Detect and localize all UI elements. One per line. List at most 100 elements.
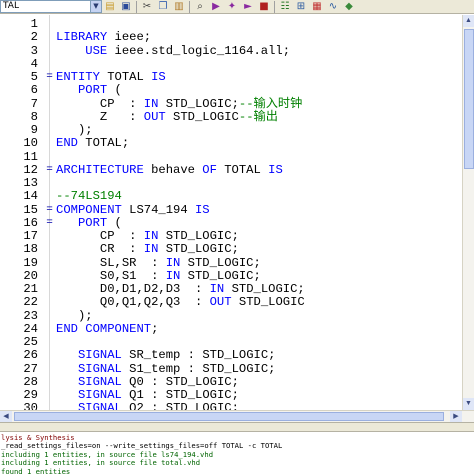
horizontal-scroll-thumb[interactable] xyxy=(14,412,444,421)
punctuation-token: ); xyxy=(77,308,93,323)
identifier-token: STD_LOGIC xyxy=(238,295,305,310)
punctuation-token: : xyxy=(187,361,203,376)
toolbar-divider xyxy=(136,1,137,13)
keyword-token: IN xyxy=(143,96,166,111)
identifier-token: Q0 xyxy=(129,374,152,389)
identifier-token: STD_LOGIC xyxy=(187,255,254,270)
punctuation-token: ); xyxy=(77,123,93,137)
identifier-token: STD_LOGIC xyxy=(165,374,232,389)
hierarchy-icon[interactable]: ☷ xyxy=(279,1,291,13)
pin-icon[interactable]: ◆ xyxy=(343,1,355,13)
identifier-token: Q0,Q1,Q2,Q3 xyxy=(56,295,195,310)
scroll-left-icon[interactable]: ◀ xyxy=(0,411,12,422)
punctuation-token: ; xyxy=(231,229,239,243)
identifier-token xyxy=(56,44,85,58)
identifier-token xyxy=(56,388,78,402)
keyword-token: OUT xyxy=(209,295,239,310)
punctuation-token: ; xyxy=(253,255,261,270)
keyword-token: COMPONENT xyxy=(56,202,130,217)
panel-splitter[interactable] xyxy=(0,422,474,432)
cut-icon[interactable]: ✂ xyxy=(141,1,153,13)
message-output-panel[interactable]: lysis & Synthesis _read_settings_files=on… xyxy=(0,432,474,475)
identifier-token: TOTAL xyxy=(224,162,269,177)
keyword-token: END xyxy=(56,136,86,151)
keyword-token: SIGNAL xyxy=(77,401,130,410)
paste-icon[interactable]: ▥ xyxy=(173,1,185,13)
identifier-token xyxy=(56,309,78,323)
chip-icon[interactable]: ▦ xyxy=(311,1,323,13)
identifier-token: Z xyxy=(56,109,130,124)
punctuation-token: ; xyxy=(231,401,239,410)
save-icon[interactable]: ▣ xyxy=(120,1,132,13)
run-icon[interactable]: ► xyxy=(242,1,254,13)
punctuation-token: ; xyxy=(231,96,239,111)
toolbar: TAL ▼ ▤ ▣ ✂ ❐ ▥ ⌕ ▶ ✦ ► ■ ☷ ⊞ ▦ ∿ ◆ xyxy=(0,0,474,14)
scroll-up-icon[interactable]: ▲ xyxy=(463,15,474,27)
punctuation-token: ( xyxy=(114,215,122,230)
punctuation-token: : xyxy=(151,401,166,410)
punctuation-token: : xyxy=(129,109,144,124)
entity-select[interactable]: TAL ▼ xyxy=(0,0,102,13)
identifier-token xyxy=(56,123,78,137)
open-icon[interactable]: ▤ xyxy=(104,1,116,13)
keyword-token: SIGNAL xyxy=(77,374,130,389)
horizontal-scrollbar[interactable]: ◀ ▶ xyxy=(0,410,474,422)
code-editor[interactable]: 1 2 LIBRARY ieee; 3 USE ieee.std_logic_1164… xyxy=(0,15,474,410)
keyword-token: PORT xyxy=(77,83,115,98)
punctuation-token: ; xyxy=(151,321,159,336)
stop-icon[interactable]: ■ xyxy=(258,1,270,13)
punctuation-token: : xyxy=(151,255,166,270)
vertical-scroll-thumb[interactable] xyxy=(464,29,474,169)
keyword-token: USE xyxy=(85,43,115,58)
identifier-token xyxy=(56,83,78,97)
identifier-token: STD_LOGIC xyxy=(231,282,298,296)
keyword-token: IS xyxy=(268,162,283,177)
identifier-token: D0,D1,D2,D3 xyxy=(56,282,195,296)
identifier-token xyxy=(56,401,78,410)
identifier-token: STD_LOGIC xyxy=(202,348,269,363)
toolbar-divider xyxy=(274,1,275,13)
identifier-token: S0,S1 xyxy=(56,268,152,283)
chevron-down-icon[interactable]: ▼ xyxy=(90,1,101,12)
punctuation-token: ; xyxy=(253,268,261,283)
keyword-token: END COMPONENT xyxy=(56,321,152,336)
scroll-down-icon[interactable]: ▼ xyxy=(463,398,474,410)
identifier-token: CP xyxy=(56,229,130,243)
identifier-token xyxy=(56,216,78,230)
comment-token: --输入时钟 xyxy=(238,96,303,111)
identifier-token: SL,SR xyxy=(56,255,152,270)
netlist-icon[interactable]: ⊞ xyxy=(295,1,307,13)
code-line[interactable]: 30 SIGNAL Q2 : STD_LOGIC; xyxy=(0,401,462,410)
scroll-right-icon[interactable]: ▶ xyxy=(450,411,462,422)
punctuation-token: ; xyxy=(282,43,291,58)
keyword-token: OUT xyxy=(143,109,174,124)
identifier-token: Q1 xyxy=(129,388,152,402)
identifier-token: TOTAL xyxy=(85,136,122,151)
entity-select-value: TAL xyxy=(3,1,19,11)
vertical-scrollbar[interactable]: ▲ ▼ xyxy=(462,15,474,410)
waveform-icon[interactable]: ∿ xyxy=(327,1,339,13)
copy-icon[interactable]: ❐ xyxy=(157,1,169,13)
identifier-token xyxy=(56,375,78,389)
identifier-token: STD_LOGIC xyxy=(165,388,232,402)
punctuation-token: ; xyxy=(297,282,305,296)
punctuation-token: ( xyxy=(114,83,122,98)
punctuation-token: : xyxy=(194,295,210,310)
identifier-token: CR xyxy=(56,242,130,257)
punctuation-token: : xyxy=(194,282,210,296)
punctuation-token: : xyxy=(151,374,166,389)
identifier-token: STD_LOGIC xyxy=(165,229,232,243)
keyword-token: SIGNAL xyxy=(77,348,130,363)
comment-token: --74LS194 xyxy=(56,189,122,204)
identifier-token: STD_LOGIC xyxy=(173,109,239,124)
compile-icon[interactable]: ▶ xyxy=(210,1,222,13)
punctuation-token: : xyxy=(151,388,166,402)
output-message[interactable]: found 1 entities xyxy=(1,467,70,475)
comment-token: --输出 xyxy=(238,109,278,124)
punctuation-token: : xyxy=(151,268,166,283)
settings-icon[interactable]: ✦ xyxy=(226,1,238,13)
identifier-token: Q2 xyxy=(129,401,152,410)
identifier-token xyxy=(56,348,78,362)
identifier-token: STD_LOGIC xyxy=(165,96,232,111)
find-icon[interactable]: ⌕ xyxy=(194,1,206,13)
